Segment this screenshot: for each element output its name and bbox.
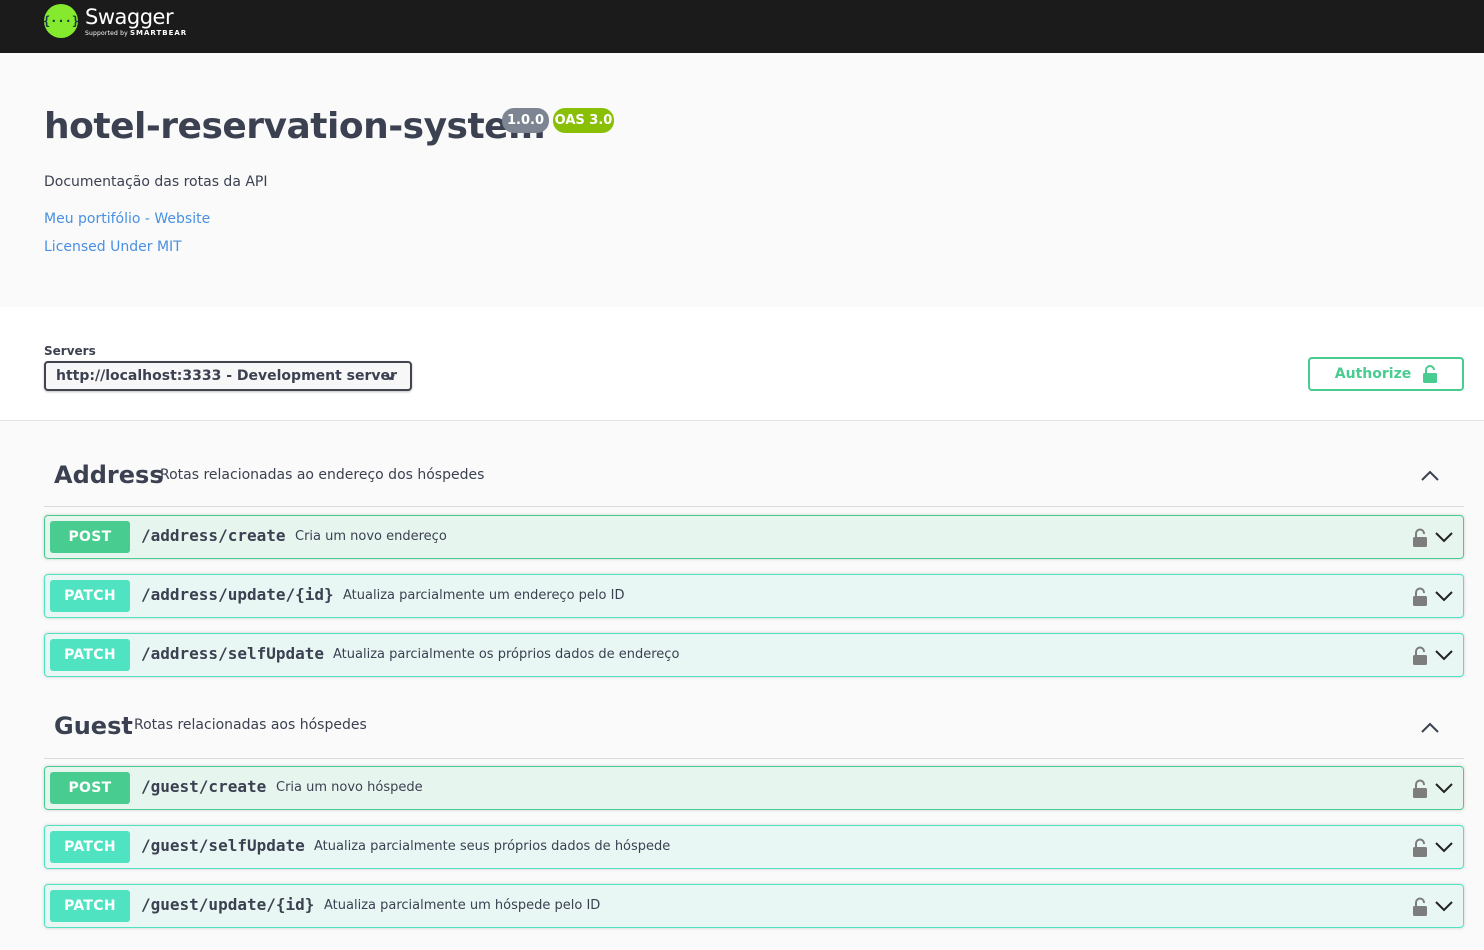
operation-summary: Atualiza parcialmente os próprios dados … — [333, 647, 680, 662]
license-link[interactable]: Licensed Under MIT — [44, 239, 182, 255]
tag-header-address[interactable]: Address Rotas relacionadas ao endereço d… — [44, 451, 1464, 507]
operation-patch-guest-update[interactable]: PATCH /guest/update/{id} Atualiza parcia… — [44, 884, 1464, 928]
topbar: {···} Swagger Supported by SMARTBEAR — [0, 0, 1484, 53]
logo-subtitle: Supported by SMARTBEAR — [85, 29, 187, 37]
chevron-down-icon[interactable] — [1435, 649, 1453, 661]
operation-post-address-create[interactable]: POST /address/create Cria um novo endere… — [44, 515, 1464, 559]
lock-icon[interactable] — [1413, 779, 1427, 798]
operation-path: /guest/update/{id} — [141, 895, 315, 914]
logo-supported: Supported by — [85, 30, 128, 37]
operation-post-guest-create[interactable]: POST /guest/create Cria um novo hóspede — [44, 766, 1464, 810]
tag-section-guest: Guest Rotas relacionadas aos hóspedes — [44, 703, 1464, 759]
chevron-down-icon — [385, 374, 395, 381]
tag-header-guest[interactable]: Guest Rotas relacionadas aos hóspedes — [44, 703, 1464, 759]
authorize-label: Authorize — [1334, 366, 1412, 382]
lock-icon[interactable] — [1413, 897, 1427, 916]
operation-summary: Atualiza parcialmente um hóspede pelo ID — [324, 898, 601, 913]
operation-summary: Atualiza parcialmente um endereço pelo I… — [343, 588, 625, 603]
scheme-container: Servers http://localhost:3333 - Developm… — [0, 307, 1484, 421]
operation-summary: Cria um novo hóspede — [276, 780, 423, 795]
lock-open-icon — [1423, 365, 1438, 383]
swagger-logo-text: Swagger Supported by SMARTBEAR — [85, 4, 187, 37]
operation-path: /guest/create — [141, 777, 267, 796]
tag-description: Rotas relacionadas ao endereço dos hóspe… — [160, 467, 485, 483]
lock-icon[interactable] — [1413, 646, 1427, 665]
portfolio-link[interactable]: Meu portifólio - Website — [44, 211, 210, 227]
logo-company: SMARTBEAR — [130, 29, 188, 37]
chevron-down-icon[interactable] — [1435, 782, 1453, 794]
operation-patch-address-selfupdate[interactable]: PATCH /address/selfUpdate Atualiza parci… — [44, 633, 1464, 677]
lock-icon[interactable] — [1413, 528, 1427, 547]
chevron-up-icon[interactable] — [1420, 469, 1440, 483]
logo-name: Swagger — [85, 5, 174, 29]
api-info: hotel-reservation-system 1.0.0 OAS 3.0 D… — [0, 53, 1484, 307]
chevron-down-icon[interactable] — [1435, 841, 1453, 853]
tag-name: Guest — [54, 712, 133, 740]
method-badge: PATCH — [50, 831, 130, 863]
swagger-logo-link[interactable]: {···} Swagger Supported by SMARTBEAR — [43, 4, 187, 38]
operation-summary: Cria um novo endereço — [295, 529, 447, 544]
operation-path: /address/update/{id} — [141, 585, 334, 604]
chevron-up-icon[interactable] — [1420, 721, 1440, 735]
method-badge: PATCH — [50, 580, 130, 612]
operation-path: /address/selfUpdate — [141, 644, 325, 663]
oas-badge: OAS 3.0 — [553, 108, 614, 133]
servers-select-value: http://localhost:3333 - Development serv… — [56, 368, 397, 384]
tag-name: Address — [54, 461, 164, 489]
chevron-down-icon[interactable] — [1435, 590, 1453, 602]
swagger-logo-icon: {···} — [43, 4, 79, 38]
operation-path: /guest/selfUpdate — [141, 836, 305, 855]
authorize-button[interactable]: Authorize — [1308, 357, 1464, 391]
tag-description: Rotas relacionadas aos hóspedes — [134, 717, 367, 733]
method-badge: PATCH — [50, 639, 130, 671]
servers-select[interactable]: http://localhost:3333 - Development serv… — [44, 361, 412, 391]
chevron-down-icon[interactable] — [1435, 531, 1453, 543]
operation-summary: Atualiza parcialmente seus próprios dado… — [314, 839, 671, 854]
method-badge: POST — [50, 521, 130, 553]
servers-label: Servers — [44, 344, 96, 358]
tag-section-address: Address Rotas relacionadas ao endereço d… — [44, 451, 1464, 507]
lock-icon[interactable] — [1413, 587, 1427, 606]
operation-patch-address-update[interactable]: PATCH /address/update/{id} Atualiza parc… — [44, 574, 1464, 618]
api-description: Documentação das rotas da API — [44, 174, 268, 190]
operation-path: /address/create — [141, 526, 286, 545]
version-badge: 1.0.0 — [502, 108, 549, 133]
chevron-down-icon[interactable] — [1435, 900, 1453, 912]
method-badge: POST — [50, 772, 130, 804]
method-badge: PATCH — [50, 890, 130, 922]
lock-icon[interactable] — [1413, 838, 1427, 857]
api-title: hotel-reservation-system — [44, 106, 546, 147]
operation-patch-guest-selfupdate[interactable]: PATCH /guest/selfUpdate Atualiza parcial… — [44, 825, 1464, 869]
